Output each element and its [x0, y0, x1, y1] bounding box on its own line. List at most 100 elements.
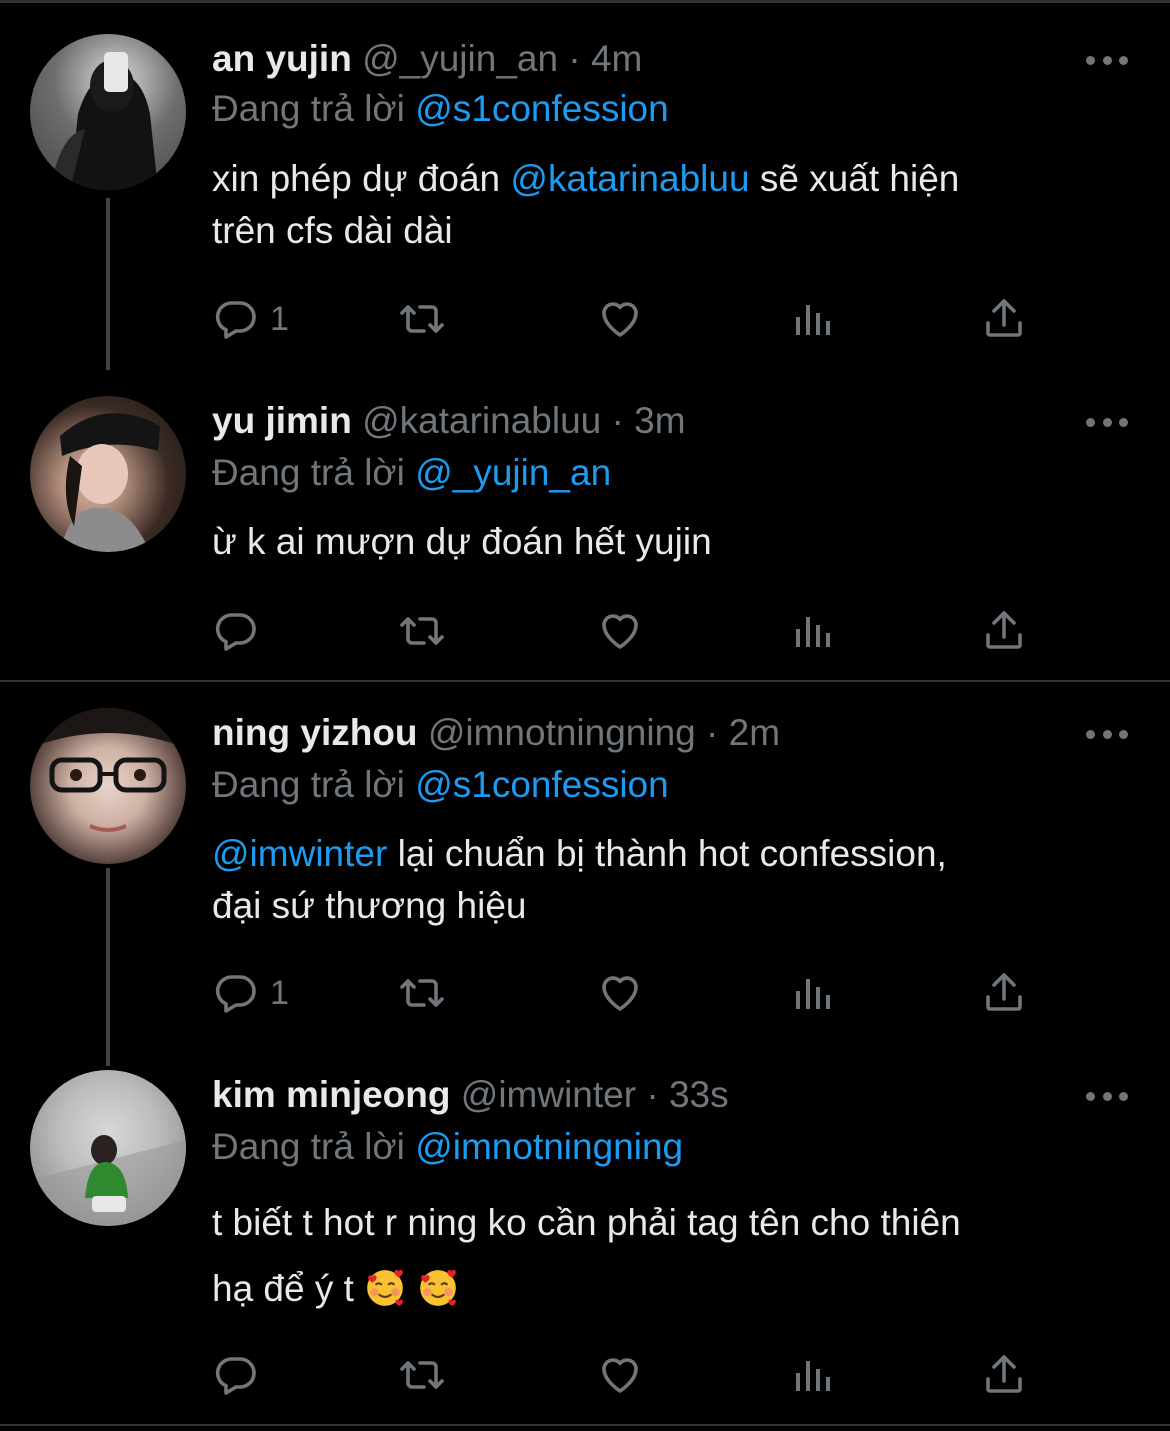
views-icon — [788, 969, 836, 1017]
reply-to-mention[interactable]: @imnotningning — [415, 1126, 683, 1167]
like-button[interactable] — [596, 294, 644, 344]
share-icon — [980, 969, 1028, 1017]
more-icon[interactable] — [1086, 412, 1128, 432]
like-icon — [596, 969, 644, 1017]
thread-divider — [0, 680, 1170, 682]
smiling-face-with-hearts-icon — [417, 1267, 459, 1309]
views-button[interactable] — [788, 1350, 836, 1400]
tweet-header: an yujin @_yujin_an · 4m — [212, 34, 642, 84]
avatar[interactable] — [30, 708, 186, 864]
retweet-button[interactable] — [398, 606, 446, 656]
tweet-text-line-2: hạ để ý t — [212, 1256, 1142, 1322]
reply-button[interactable]: 1 — [212, 294, 289, 344]
like-button[interactable] — [596, 968, 644, 1018]
user-handle[interactable]: @katarinabluu — [362, 400, 601, 441]
top-divider — [0, 0, 1170, 6]
reply-context: Đang trả lời @_yujin_an — [212, 448, 611, 498]
mention-link[interactable]: @katarinabluu — [510, 158, 749, 199]
reply-icon — [212, 969, 260, 1017]
share-button[interactable] — [980, 294, 1028, 344]
avatar[interactable] — [30, 396, 186, 552]
text-segment: xin phép dự đoán — [212, 158, 511, 199]
timestamp[interactable]: 4m — [591, 38, 642, 79]
separator-dot: · — [611, 400, 624, 441]
reply-context: Đang trả lời @s1confession — [212, 760, 669, 810]
share-button[interactable] — [980, 968, 1028, 1018]
reply-context: Đang trả lời @s1confession — [212, 84, 669, 134]
display-name[interactable]: yu jimin — [212, 400, 352, 441]
display-name[interactable]: kim minjeong — [212, 1074, 450, 1115]
display-name[interactable]: ning yizhou — [212, 712, 418, 753]
views-icon — [788, 607, 836, 655]
share-button[interactable] — [980, 606, 1028, 656]
tweet-text: xin phép dự đoán @katarinabluu sẽ xuất h… — [212, 153, 1142, 257]
tweet-actions — [212, 1350, 1072, 1400]
timestamp[interactable]: 33s — [669, 1074, 729, 1115]
text-segment: hạ để ý t — [212, 1268, 354, 1309]
retweet-button[interactable] — [398, 294, 446, 344]
share-button[interactable] — [980, 1350, 1028, 1400]
views-button[interactable] — [788, 968, 836, 1018]
views-button[interactable] — [788, 606, 836, 656]
reply-to-mention[interactable]: @s1confession — [415, 88, 669, 129]
retweet-button[interactable] — [398, 1350, 446, 1400]
smiling-face-with-hearts-icon — [364, 1267, 406, 1309]
reply-to-mention[interactable]: @s1confession — [415, 764, 669, 805]
share-icon — [980, 607, 1028, 655]
text-segment: sẽ xuất hiện — [749, 158, 960, 199]
reply-label: Đang trả lời — [212, 452, 405, 493]
tweet-header: ning yizhou @imnotningning · 2m — [212, 708, 780, 758]
like-icon — [596, 295, 644, 343]
separator-dot: · — [706, 712, 719, 753]
separator-dot: · — [646, 1074, 659, 1115]
like-button[interactable] — [596, 1350, 644, 1400]
views-icon — [788, 1351, 836, 1399]
reply-button[interactable]: 1 — [212, 968, 289, 1018]
reply-button[interactable] — [212, 606, 260, 656]
more-icon[interactable] — [1086, 724, 1128, 744]
reply-count: 1 — [270, 299, 289, 338]
retweet-icon — [398, 295, 446, 343]
tweet-actions — [212, 606, 1072, 656]
thread-divider — [0, 1424, 1170, 1426]
retweet-icon — [398, 1351, 446, 1399]
reply-icon — [212, 1351, 260, 1399]
timestamp[interactable]: 3m — [634, 400, 685, 441]
mention-link[interactable]: @imwinter — [212, 833, 387, 874]
tweet-text-line-2: trên cfs dài dài — [212, 210, 453, 251]
avatar-photo — [30, 1135, 186, 1226]
tweet-header: kim minjeong @imwinter · 33s — [212, 1070, 729, 1120]
tweet-header: yu jimin @katarinabluu · 3m — [212, 396, 686, 446]
like-icon — [596, 1351, 644, 1399]
retweet-button[interactable] — [398, 968, 446, 1018]
more-icon[interactable] — [1086, 1086, 1128, 1106]
avatar-photo — [60, 413, 160, 552]
views-button[interactable] — [788, 294, 836, 344]
share-icon — [980, 295, 1028, 343]
separator-dot: · — [568, 38, 581, 79]
reply-to-mention[interactable]: @_yujin_an — [415, 452, 611, 493]
like-icon — [596, 607, 644, 655]
user-handle[interactable]: @_yujin_an — [362, 38, 558, 79]
reply-label: Đang trả lời — [212, 88, 405, 129]
user-handle[interactable]: @imnotningning — [428, 712, 696, 753]
like-button[interactable] — [596, 606, 644, 656]
tweet-text-line-1: t biết t hot r ning ko cần phải tag tên … — [212, 1202, 961, 1243]
tweet-actions: 1 — [212, 294, 1072, 344]
avatar[interactable] — [30, 34, 186, 190]
user-handle[interactable]: @imwinter — [461, 1074, 636, 1115]
reply-button[interactable] — [212, 1350, 260, 1400]
avatar[interactable] — [30, 1070, 186, 1226]
text-segment: lại chuẩn bị thành hot confession, — [387, 833, 947, 874]
tweet-text: ừ k ai mượn dự đoán hết yujin — [212, 516, 1142, 568]
avatar-photo — [30, 34, 186, 190]
retweet-icon — [398, 607, 446, 655]
share-icon — [980, 1351, 1028, 1399]
display-name[interactable]: an yujin — [212, 38, 352, 79]
avatar-photo — [30, 708, 186, 832]
tweet-text-line-1: @imwinter lại chuẩn bị thành hot confess… — [212, 828, 1142, 880]
tweet-text-line-1: ừ k ai mượn dự đoán hết yujin — [212, 521, 712, 562]
reply-icon — [212, 295, 260, 343]
more-icon[interactable] — [1086, 50, 1128, 70]
timestamp[interactable]: 2m — [729, 712, 780, 753]
